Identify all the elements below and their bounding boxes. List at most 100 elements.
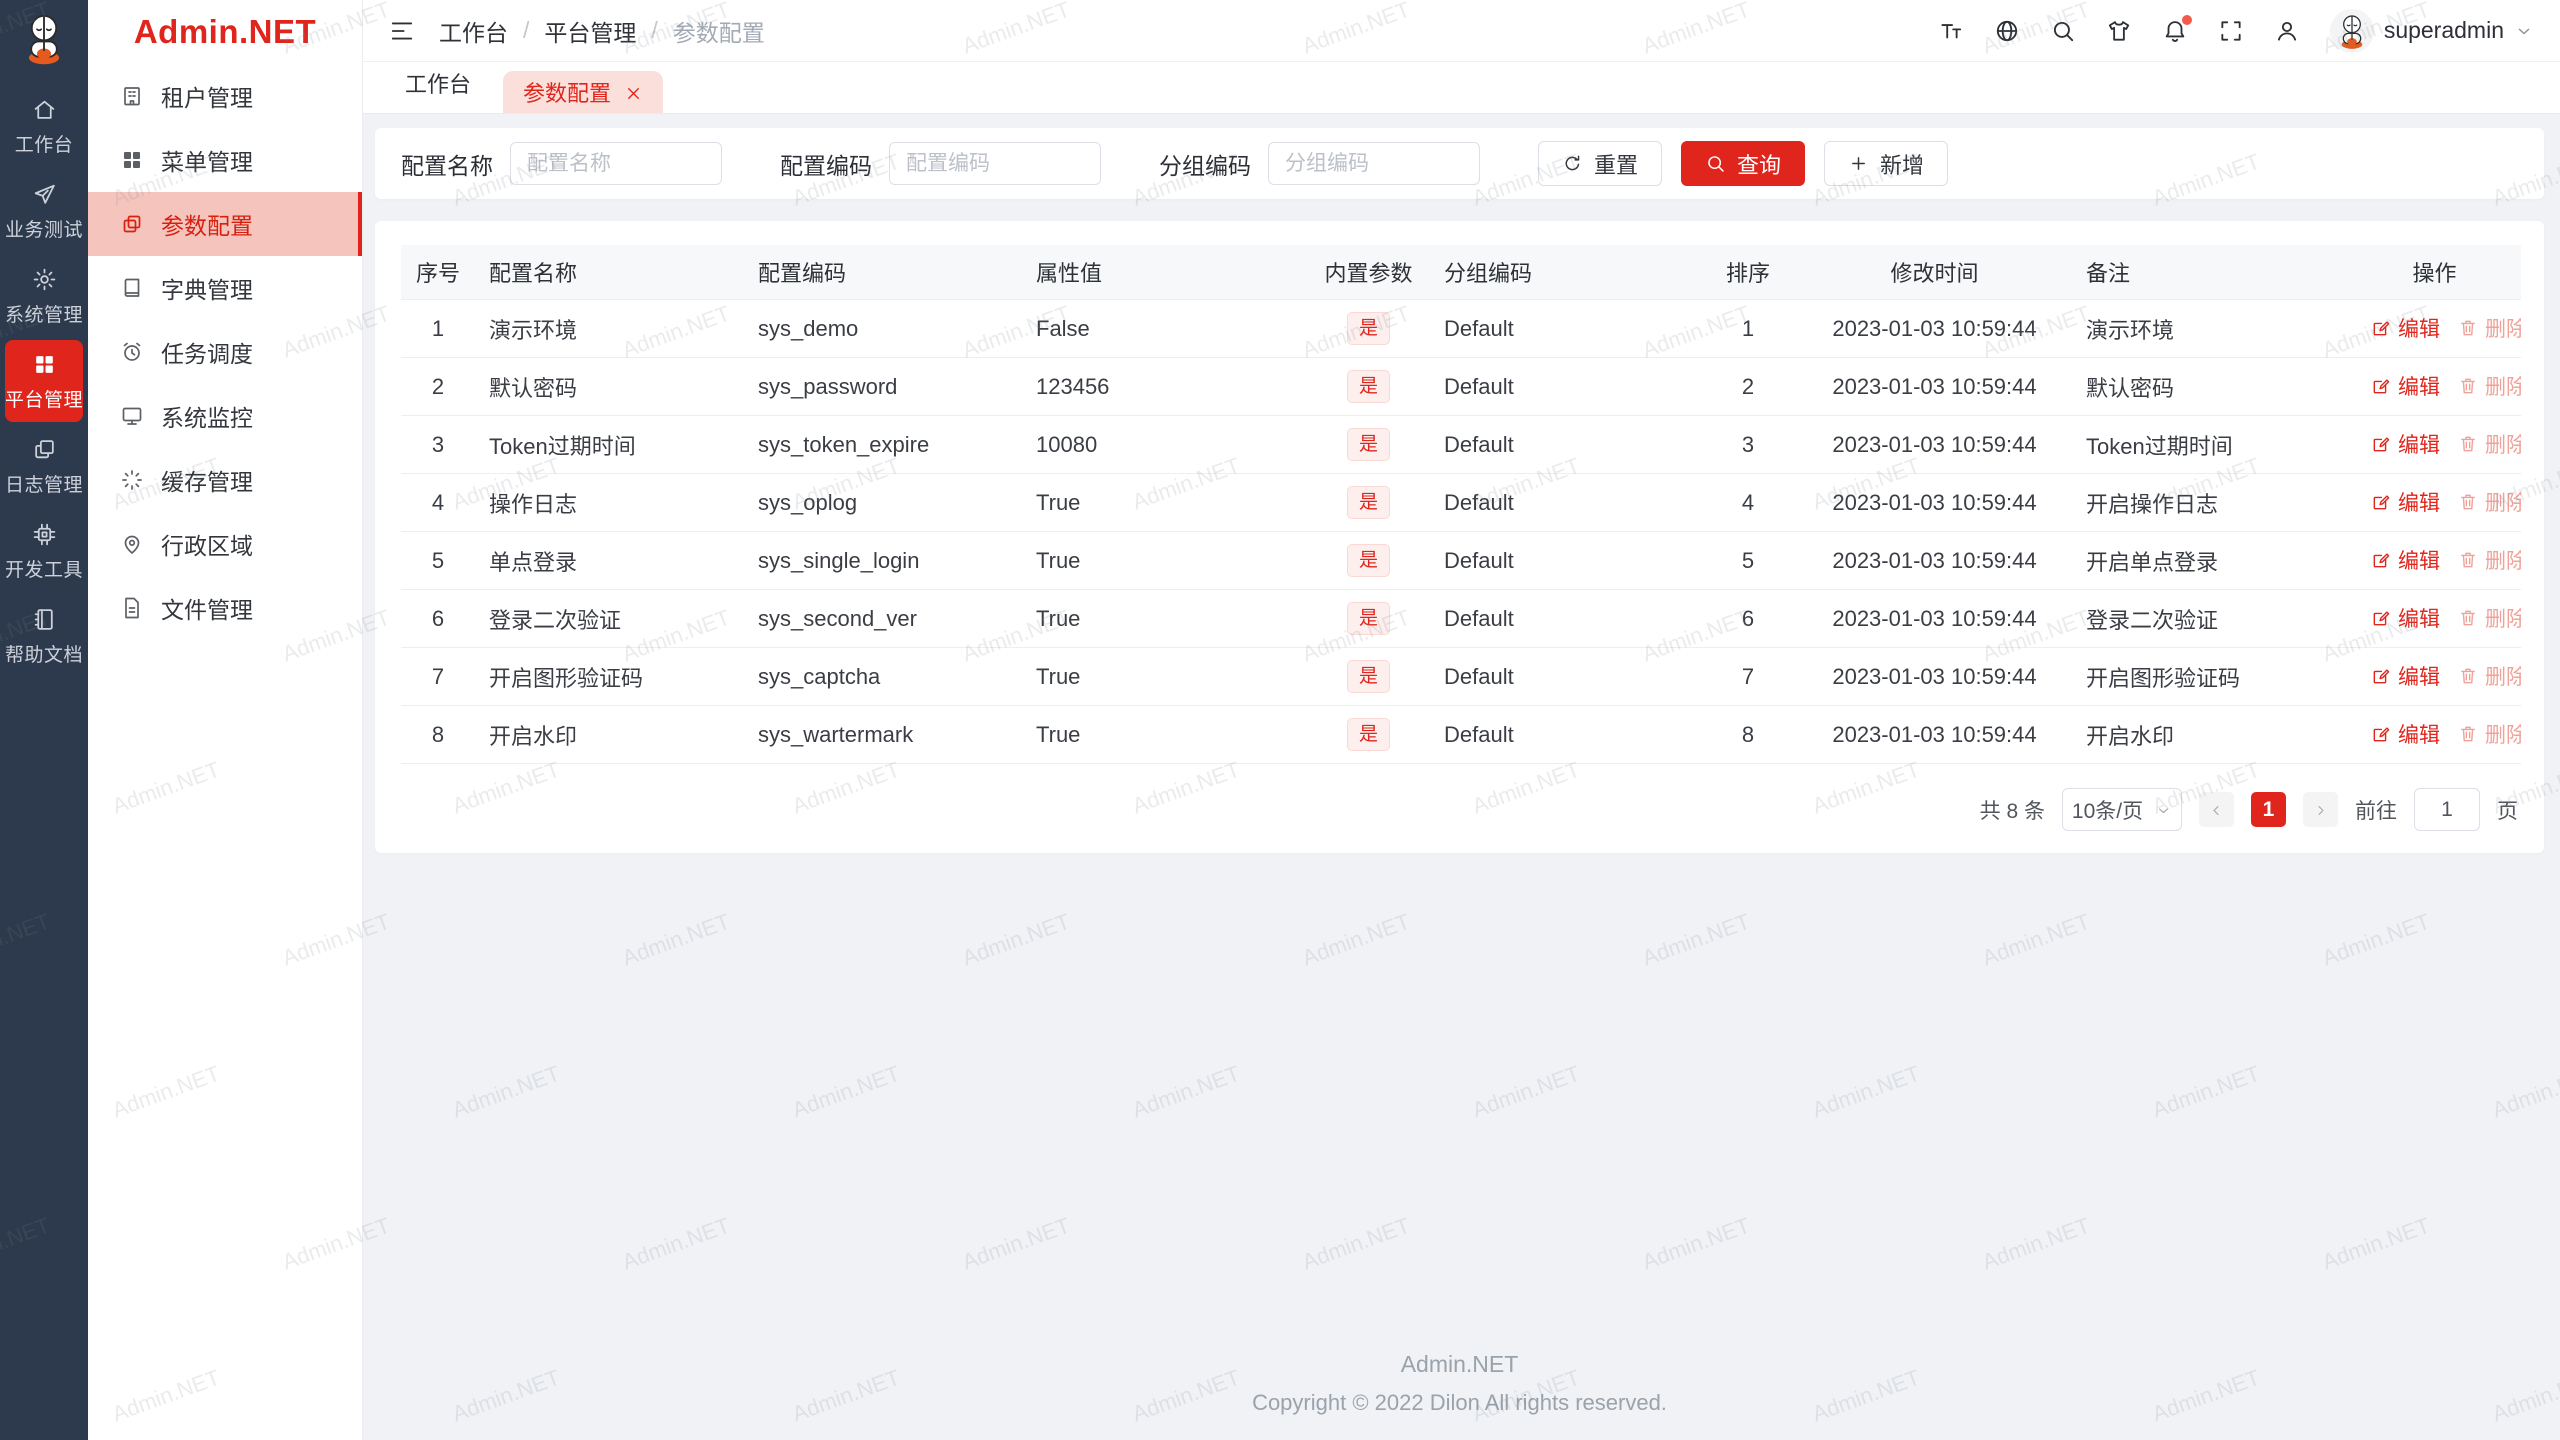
query-button[interactable]: 查询 (1681, 141, 1806, 186)
goto-page-input[interactable] (2414, 788, 2480, 831)
delete-button[interactable]: 删除 (2458, 719, 2521, 749)
builtin-tag: 是 (1346, 660, 1390, 693)
page-footer: Admin.NET Copyright © 2022 Dilon All rig… (375, 1341, 2544, 1430)
fullscreen-icon[interactable] (2218, 18, 2244, 44)
sidebar-item[interactable]: 任务调度 (88, 320, 362, 384)
config-code-input[interactable] (889, 142, 1101, 185)
sidebar-item-label: 行政区域 (161, 533, 253, 559)
builtin-tag: 是 (1346, 602, 1390, 635)
sidebar-item[interactable]: 字典管理 (88, 256, 362, 320)
reset-button[interactable]: 重置 (1538, 141, 1663, 186)
prev-page-button[interactable] (2199, 792, 2234, 827)
tab-workbench[interactable]: 工作台 (401, 67, 475, 113)
cell-time: 2023-01-03 10:59:44 (1797, 473, 2072, 532)
sidebar-item-label: 字典管理 (161, 277, 253, 303)
page-size-select[interactable]: 10条/页 (2062, 788, 2182, 831)
cell-group: Default (1430, 473, 1699, 532)
page-size-value: 10条/页 (2071, 799, 2144, 823)
edit-button[interactable]: 编辑 (2371, 371, 2440, 401)
group-code-input[interactable] (1268, 142, 1480, 185)
page-number-button[interactable]: 1 (2251, 792, 2286, 827)
delete-button[interactable]: 删除 (2458, 545, 2521, 575)
edit-button[interactable]: 编辑 (2371, 545, 2440, 575)
breadcrumb-item-platform[interactable]: 平台管理 (544, 14, 636, 48)
edit-button[interactable]: 编辑 (2371, 313, 2440, 343)
region-icon (120, 532, 144, 556)
delete-button[interactable]: 删除 (2458, 487, 2521, 517)
rail-item[interactable]: 工作台 (5, 85, 83, 167)
theme-skin-icon[interactable] (2106, 18, 2132, 44)
config-name-input[interactable] (510, 142, 722, 185)
delete-button[interactable]: 删除 (2458, 603, 2521, 633)
cell-index: 8 (401, 705, 475, 764)
sidebar-item[interactable]: 缓存管理 (88, 448, 362, 512)
logs-icon (32, 437, 57, 462)
cell-time: 2023-01-03 10:59:44 (1797, 357, 2072, 416)
cell-group: Default (1430, 299, 1699, 358)
cell-actions: 编辑 删除 (2348, 589, 2521, 648)
file-icon (120, 596, 144, 620)
cell-index: 4 (401, 473, 475, 532)
breadcrumb-item-workbench[interactable]: 工作台 (439, 14, 508, 48)
column-header-value: 属性值 (1022, 245, 1307, 300)
sidebar-item[interactable]: 参数配置 (88, 192, 362, 256)
brand-logo[interactable]: Admin.NET (88, 0, 362, 64)
sidebar-item[interactable]: 文件管理 (88, 576, 362, 640)
column-header-actions: 操作 (2348, 245, 2521, 300)
user-settings-icon[interactable] (2274, 18, 2300, 44)
cell-code: sys_single_login (744, 531, 1022, 590)
delete-button[interactable]: 删除 (2458, 313, 2521, 343)
edit-button[interactable]: 编辑 (2371, 487, 2440, 517)
rail-item[interactable]: 业务测试 (5, 170, 83, 252)
next-page-button[interactable] (2303, 792, 2338, 827)
global-search-icon[interactable] (2050, 18, 2076, 44)
cell-time: 2023-01-03 10:59:44 (1797, 705, 2072, 764)
delete-button[interactable]: 删除 (2458, 371, 2521, 401)
delete-button-label: 删除 (2485, 434, 2521, 457)
font-size-icon[interactable] (1938, 18, 1964, 44)
rail-item[interactable]: 日志管理 (5, 425, 83, 507)
notification-bell-icon[interactable] (2162, 14, 2192, 44)
sidebar-item[interactable]: 菜单管理 (88, 128, 362, 192)
cell-code: sys_captcha (744, 647, 1022, 706)
table-row: 6 登录二次验证 sys_second_ver True 是 Default 6 2023-0… (401, 589, 2521, 648)
edit-button[interactable]: 编辑 (2371, 719, 2440, 749)
tab-config-active[interactable]: 参数配置 (503, 71, 664, 113)
edit-button-label: 编辑 (2398, 550, 2440, 573)
cell-remark: 开启操作日志 (2072, 473, 2348, 532)
edit-button[interactable]: 编辑 (2371, 661, 2440, 691)
edit-button[interactable]: 编辑 (2371, 603, 2440, 633)
add-button[interactable]: 新增 (1824, 141, 1949, 186)
cache-icon (120, 468, 144, 492)
language-icon[interactable] (1994, 18, 2020, 44)
secondary-sidebar: Admin.NET 租户管理 菜单管理 参数配置字典管理任务调度 系统监控 缓存管理行政… (88, 0, 363, 1440)
app-logo-avatar[interactable] (16, 8, 72, 68)
delete-button[interactable]: 删除 (2458, 661, 2521, 691)
builtin-tag: 是 (1346, 544, 1390, 577)
rail-item[interactable]: 开发工具 (5, 510, 83, 592)
dict-icon (120, 276, 144, 300)
sidebar-item[interactable]: 系统监控 (88, 384, 362, 448)
cell-builtin: 是 (1307, 299, 1430, 358)
edit-button[interactable]: 编辑 (2371, 429, 2440, 459)
rail-item[interactable]: 系统管理 (5, 255, 83, 337)
rail-item[interactable]: 平台管理 (5, 340, 83, 422)
cell-value: True (1022, 473, 1307, 532)
delete-button-label: 删除 (2485, 724, 2521, 747)
sidebar-collapse-icon[interactable] (389, 18, 415, 44)
sidebar-item[interactable]: 行政区域 (88, 512, 362, 576)
tab-close-icon[interactable] (624, 83, 643, 102)
sidebar-item[interactable]: 租户管理 (88, 64, 362, 128)
column-header-remark: 备注 (2072, 245, 2348, 300)
rail-item-label: 业务测试 (5, 220, 84, 241)
edit-button-label: 编辑 (2398, 666, 2440, 689)
user-menu[interactable]: superadmin (2329, 8, 2534, 53)
rail-item[interactable]: 帮助文档 (5, 595, 83, 677)
delete-button-label: 删除 (2485, 608, 2521, 631)
edit-icon (2371, 550, 2391, 570)
cell-builtin: 是 (1307, 531, 1430, 590)
rail-item-label: 日志管理 (5, 475, 84, 496)
delete-button[interactable]: 删除 (2458, 429, 2521, 459)
footer-copyright: Copyright © 2022 Dilon All rights reserv… (1252, 1390, 1667, 1415)
trash-icon (2458, 666, 2478, 686)
